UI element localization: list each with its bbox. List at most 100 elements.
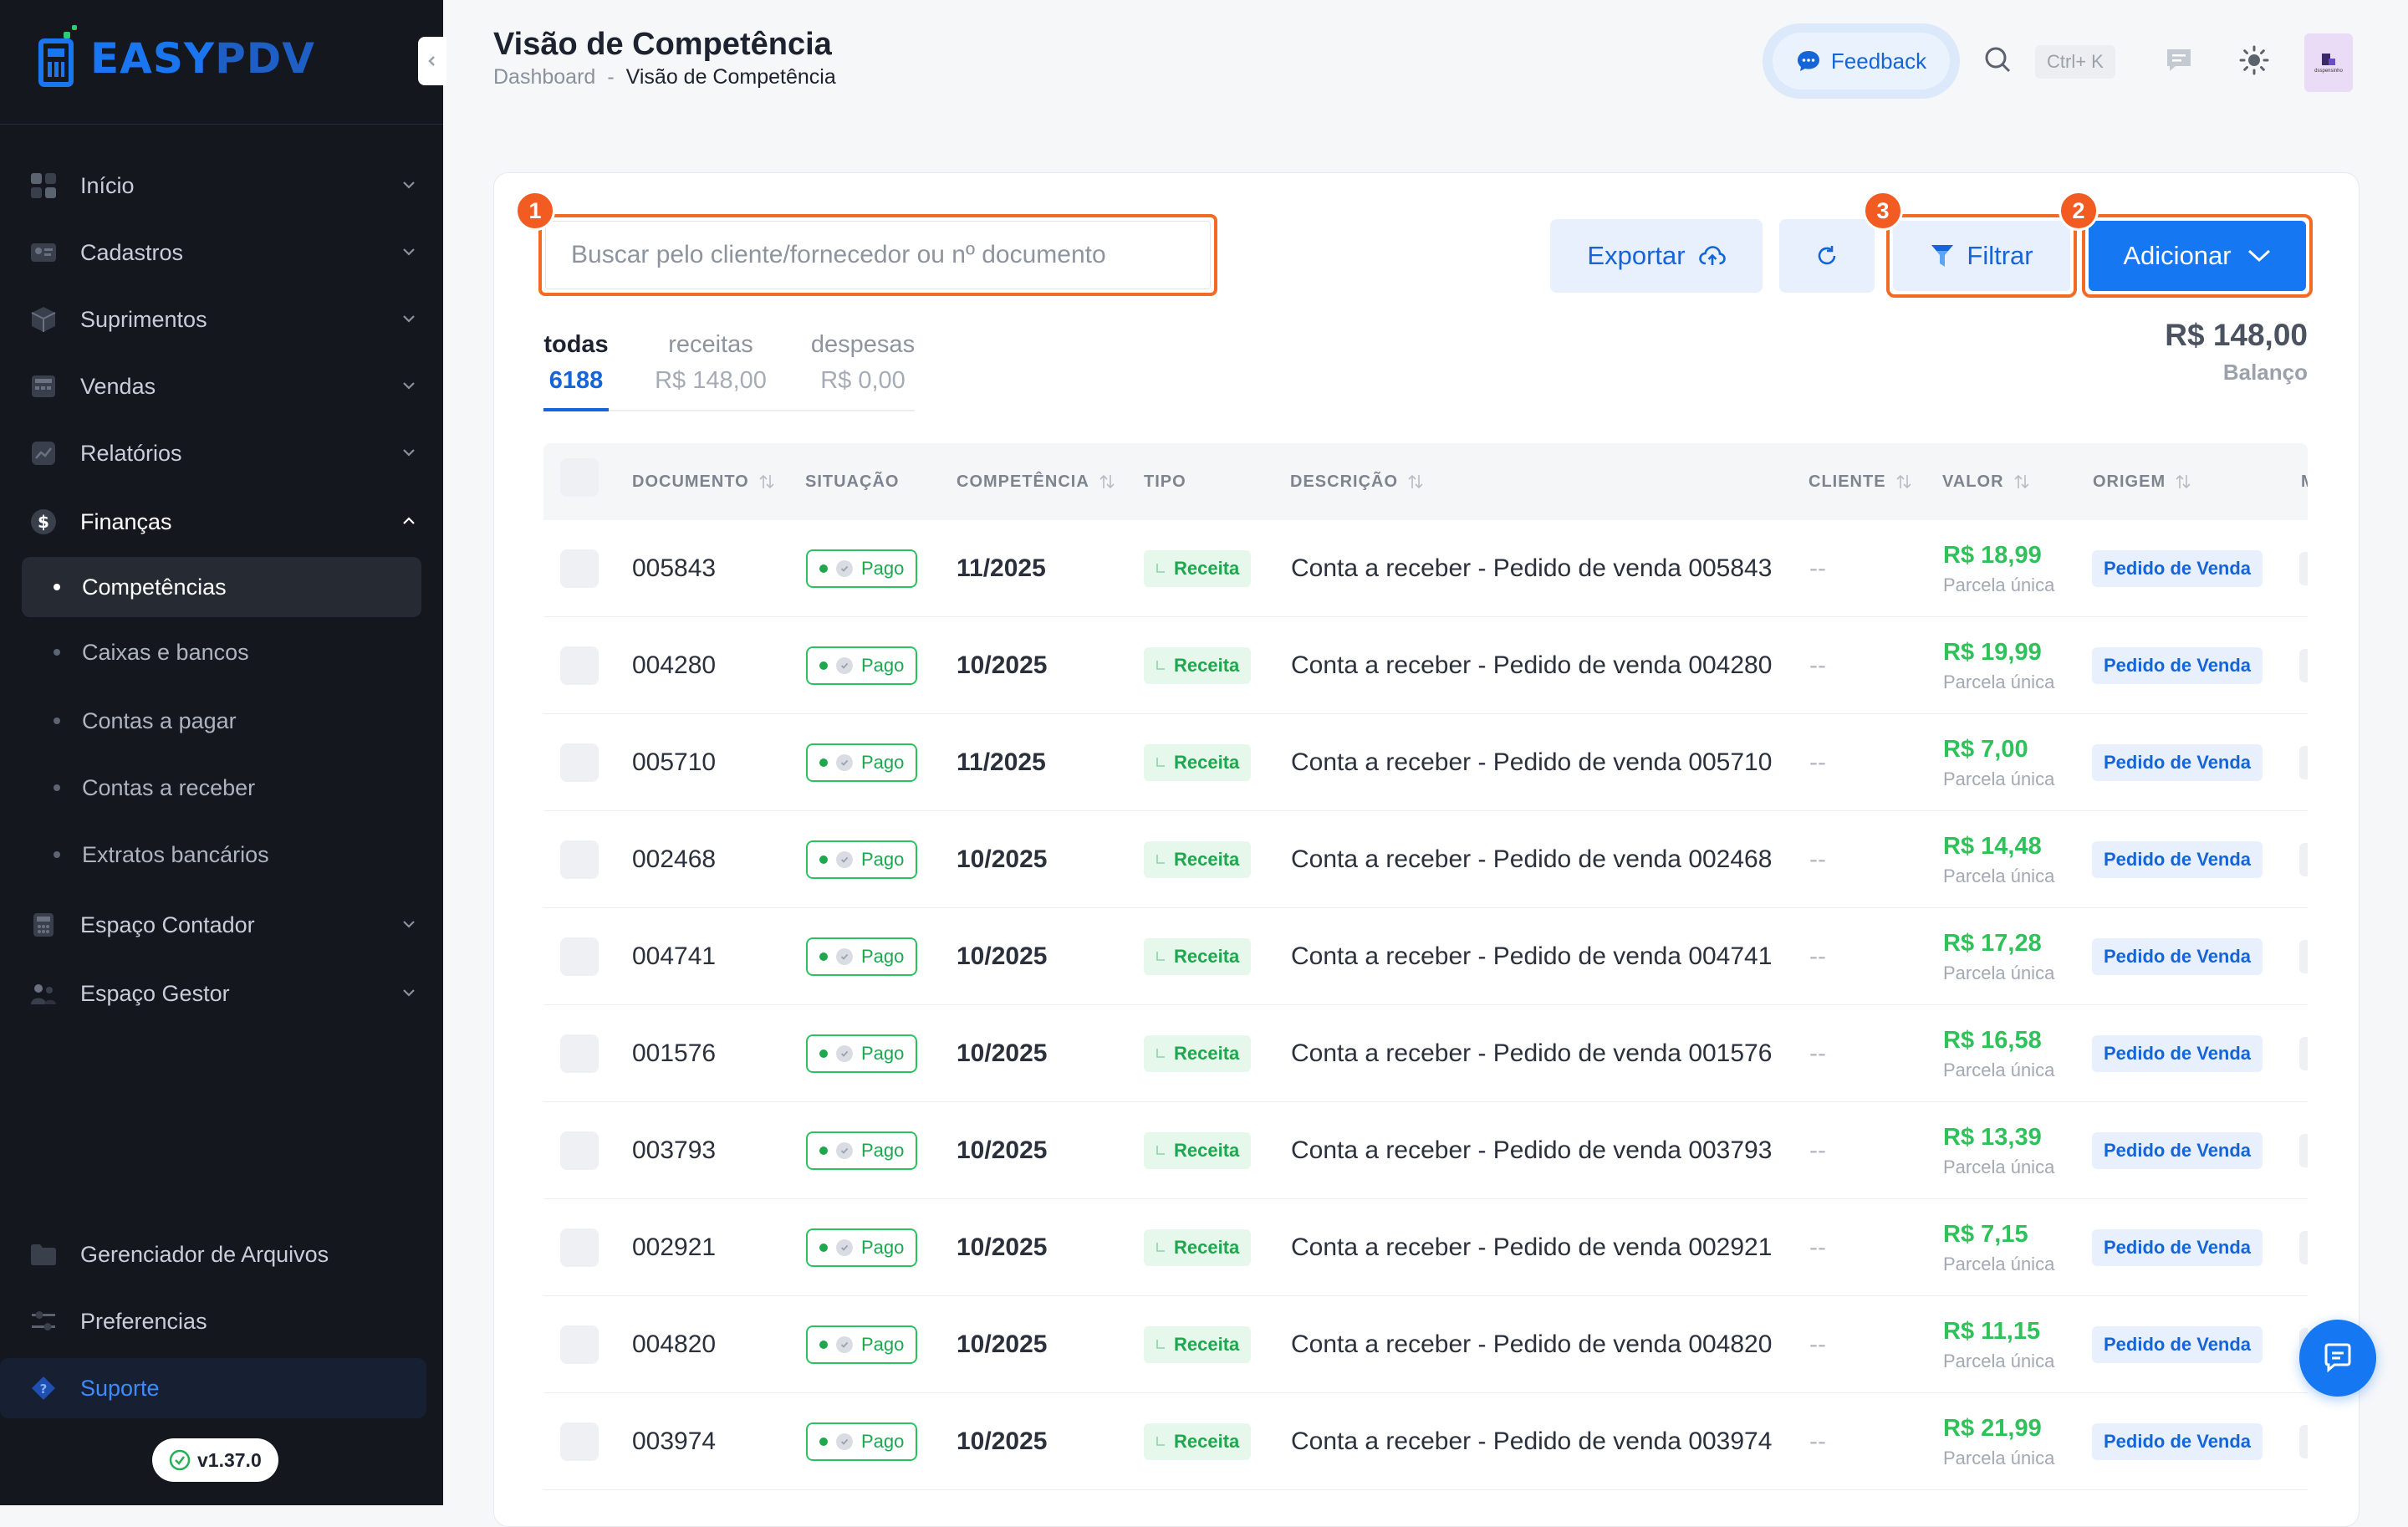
status-cell: Pago: [806, 617, 918, 714]
type-label: Receita: [1174, 1237, 1240, 1258]
tab-todas[interactable]: todas 6188: [543, 331, 609, 395]
row-checkbox[interactable]: [560, 1034, 599, 1073]
sidebar-item-financas[interactable]: $ Finanças: [22, 492, 421, 552]
cloud-upload-icon: [1698, 246, 1726, 265]
breadcrumb-dashboard-link[interactable]: Dashboard: [493, 65, 595, 89]
sidebar-subitem-contas-pagar[interactable]: Contas a pagar: [22, 691, 421, 751]
origin-badge[interactable]: Pedido de Venda: [2092, 647, 2263, 684]
row-checkbox[interactable]: [560, 1131, 599, 1170]
status-label: Pago: [861, 849, 905, 870]
table-row[interactable]: 004820 Pago 10/2025 Receita Conta a receber …: [543, 1296, 2308, 1393]
messages-button[interactable]: [2162, 43, 2196, 77]
folder-icon: [28, 1239, 59, 1269]
column-header-documento[interactable]: DOCUMENTO: [632, 443, 776, 520]
table-row[interactable]: 004741 Pago 10/2025 Receita Conta a receber …: [543, 908, 2308, 1005]
sidebar-subitem-extratos[interactable]: Extratos bancários: [22, 825, 421, 885]
bullet-icon: [54, 649, 60, 656]
sidebar-item-vendas[interactable]: Vendas: [22, 356, 421, 416]
type-label: Receita: [1174, 1334, 1240, 1355]
sidebar-subitem-contas-receber[interactable]: Contas a receber: [22, 758, 421, 818]
bullet-icon: [54, 784, 60, 791]
column-header-valor[interactable]: VALOR: [1942, 443, 2031, 520]
row-checkbox[interactable]: [560, 840, 599, 879]
select-all-checkbox[interactable]: [560, 458, 599, 497]
document-number: 005710: [632, 748, 717, 776]
refresh-button[interactable]: [1779, 219, 1875, 293]
sidebar-subitem-competencias[interactable]: Competências: [22, 557, 421, 617]
competence-period: 10/2025: [957, 1330, 1048, 1358]
app-logo[interactable]: EASYPDV: [38, 25, 315, 89]
tab-receitas[interactable]: receitas R$ 148,00: [652, 331, 769, 395]
origin-badge[interactable]: Pedido de Venda: [2092, 841, 2263, 878]
user-avatar[interactable]: dsspensinho: [2304, 33, 2353, 92]
table-row[interactable]: 003793 Pago 10/2025 Receita Conta a receber …: [543, 1102, 2308, 1199]
type-cell: Receita: [1144, 520, 1252, 617]
table-row[interactable]: 001576 Pago 10/2025 Receita Conta a receber …: [543, 1005, 2308, 1102]
corner-arrow-icon: [1156, 758, 1165, 767]
row-checkbox[interactable]: [560, 1228, 599, 1267]
sidebar-subitem-caixas[interactable]: Caixas e bancos: [22, 622, 421, 682]
origin-cell: Pedido de Venda: [2092, 520, 2263, 617]
feedback-button[interactable]: Feedback: [1773, 33, 1950, 89]
sidebar-item-inicio[interactable]: Início: [22, 156, 421, 216]
status-badge: Pago: [806, 1422, 918, 1461]
origin-badge[interactable]: Pedido de Venda: [2092, 550, 2263, 587]
column-header-descricao[interactable]: DESCRIÇÃO: [1290, 443, 1425, 520]
sidebar-item-suprimentos[interactable]: Suprimentos: [22, 289, 421, 350]
sidebar-item-cadastros[interactable]: Cadastros: [22, 222, 421, 283]
origin-badge[interactable]: Pedido de Venda: [2092, 1326, 2263, 1363]
export-button[interactable]: Exportar: [1550, 219, 1763, 293]
search-input[interactable]: [545, 221, 1211, 289]
origin-badge[interactable]: Pedido de Venda: [2092, 1229, 2263, 1266]
sidebar-item-gerenciador-arquivos[interactable]: Gerenciador de Arquivos: [22, 1224, 421, 1284]
row-checkbox[interactable]: [560, 549, 599, 588]
row-checkbox[interactable]: [560, 1325, 599, 1364]
status-label: Pago: [861, 1334, 905, 1355]
status-badge: Pago: [806, 1034, 918, 1073]
theme-toggle[interactable]: [2237, 43, 2271, 77]
filter-button[interactable]: Filtrar: [1893, 221, 2070, 291]
search-icon[interactable]: [1983, 45, 2012, 74]
table-row[interactable]: 005710 Pago 11/2025 Receita Conta a receber …: [543, 714, 2308, 811]
sort-icon: [1099, 474, 1115, 489]
row-checkbox[interactable]: [560, 1422, 599, 1461]
column-header-origem[interactable]: ORIGEM: [2093, 443, 2192, 520]
origin-badge[interactable]: Pedido de Venda: [2092, 744, 2263, 781]
column-header-competencia[interactable]: COMPETÊNCIA: [957, 443, 1116, 520]
add-button[interactable]: Adicionar: [2089, 221, 2306, 291]
row-checkbox[interactable]: [560, 937, 599, 976]
client-name: --: [1809, 1427, 1826, 1455]
row-checkbox[interactable]: [560, 743, 599, 782]
table-row[interactable]: 003974 Pago 10/2025 Receita Conta a receber …: [543, 1393, 2308, 1490]
tab-despesas[interactable]: despesas R$ 0,00: [806, 331, 920, 395]
sidebar-item-suporte[interactable]: ? Suporte: [0, 1358, 426, 1418]
client-name: --: [1809, 748, 1826, 776]
origin-cell: Pedido de Venda: [2092, 1393, 2263, 1490]
table-row[interactable]: 004280 Pago 10/2025 Receita Conta a receber …: [543, 617, 2308, 714]
sidebar-item-preferencias[interactable]: Preferencias: [22, 1291, 421, 1351]
truncated-badge: [2299, 940, 2308, 973]
table-row[interactable]: 005843 Pago 11/2025 Receita Conta a receber …: [543, 520, 2308, 617]
origin-badge[interactable]: Pedido de Venda: [2092, 938, 2263, 975]
origin-badge[interactable]: Pedido de Venda: [2092, 1423, 2263, 1460]
competence-period: 10/2025: [957, 845, 1048, 873]
description: Conta a receber - Pedido de venda 004741: [1291, 942, 1773, 970]
table-row[interactable]: 002921 Pago 10/2025 Receita Conta a receber …: [543, 1199, 2308, 1296]
row-checkbox[interactable]: [560, 646, 599, 685]
installment-label: Parcela única: [1943, 768, 2055, 789]
sidebar-item-espaco-contador[interactable]: Espaço Contador: [22, 895, 421, 955]
origin-cell: Pedido de Venda: [2092, 1199, 2263, 1296]
corner-arrow-icon: [1156, 855, 1165, 864]
chat-support-button[interactable]: [2299, 1320, 2376, 1397]
sidebar-item-espaco-gestor[interactable]: Espaço Gestor: [22, 963, 421, 1024]
type-label: Receita: [1174, 1431, 1240, 1452]
column-header-cliente[interactable]: CLIENTE: [1809, 443, 1913, 520]
document-number: 004741: [632, 942, 717, 970]
status-cell: Pago: [806, 1296, 918, 1393]
truncated-badge: [2299, 649, 2308, 682]
origin-badge[interactable]: Pedido de Venda: [2092, 1132, 2263, 1169]
origin-badge[interactable]: Pedido de Venda: [2092, 1035, 2263, 1072]
sidebar-item-relatorios[interactable]: Relatórios: [22, 423, 421, 483]
table-row[interactable]: 002468 Pago 10/2025 Receita Conta a receber …: [543, 811, 2308, 908]
sidebar-collapse-button[interactable]: [418, 37, 446, 85]
